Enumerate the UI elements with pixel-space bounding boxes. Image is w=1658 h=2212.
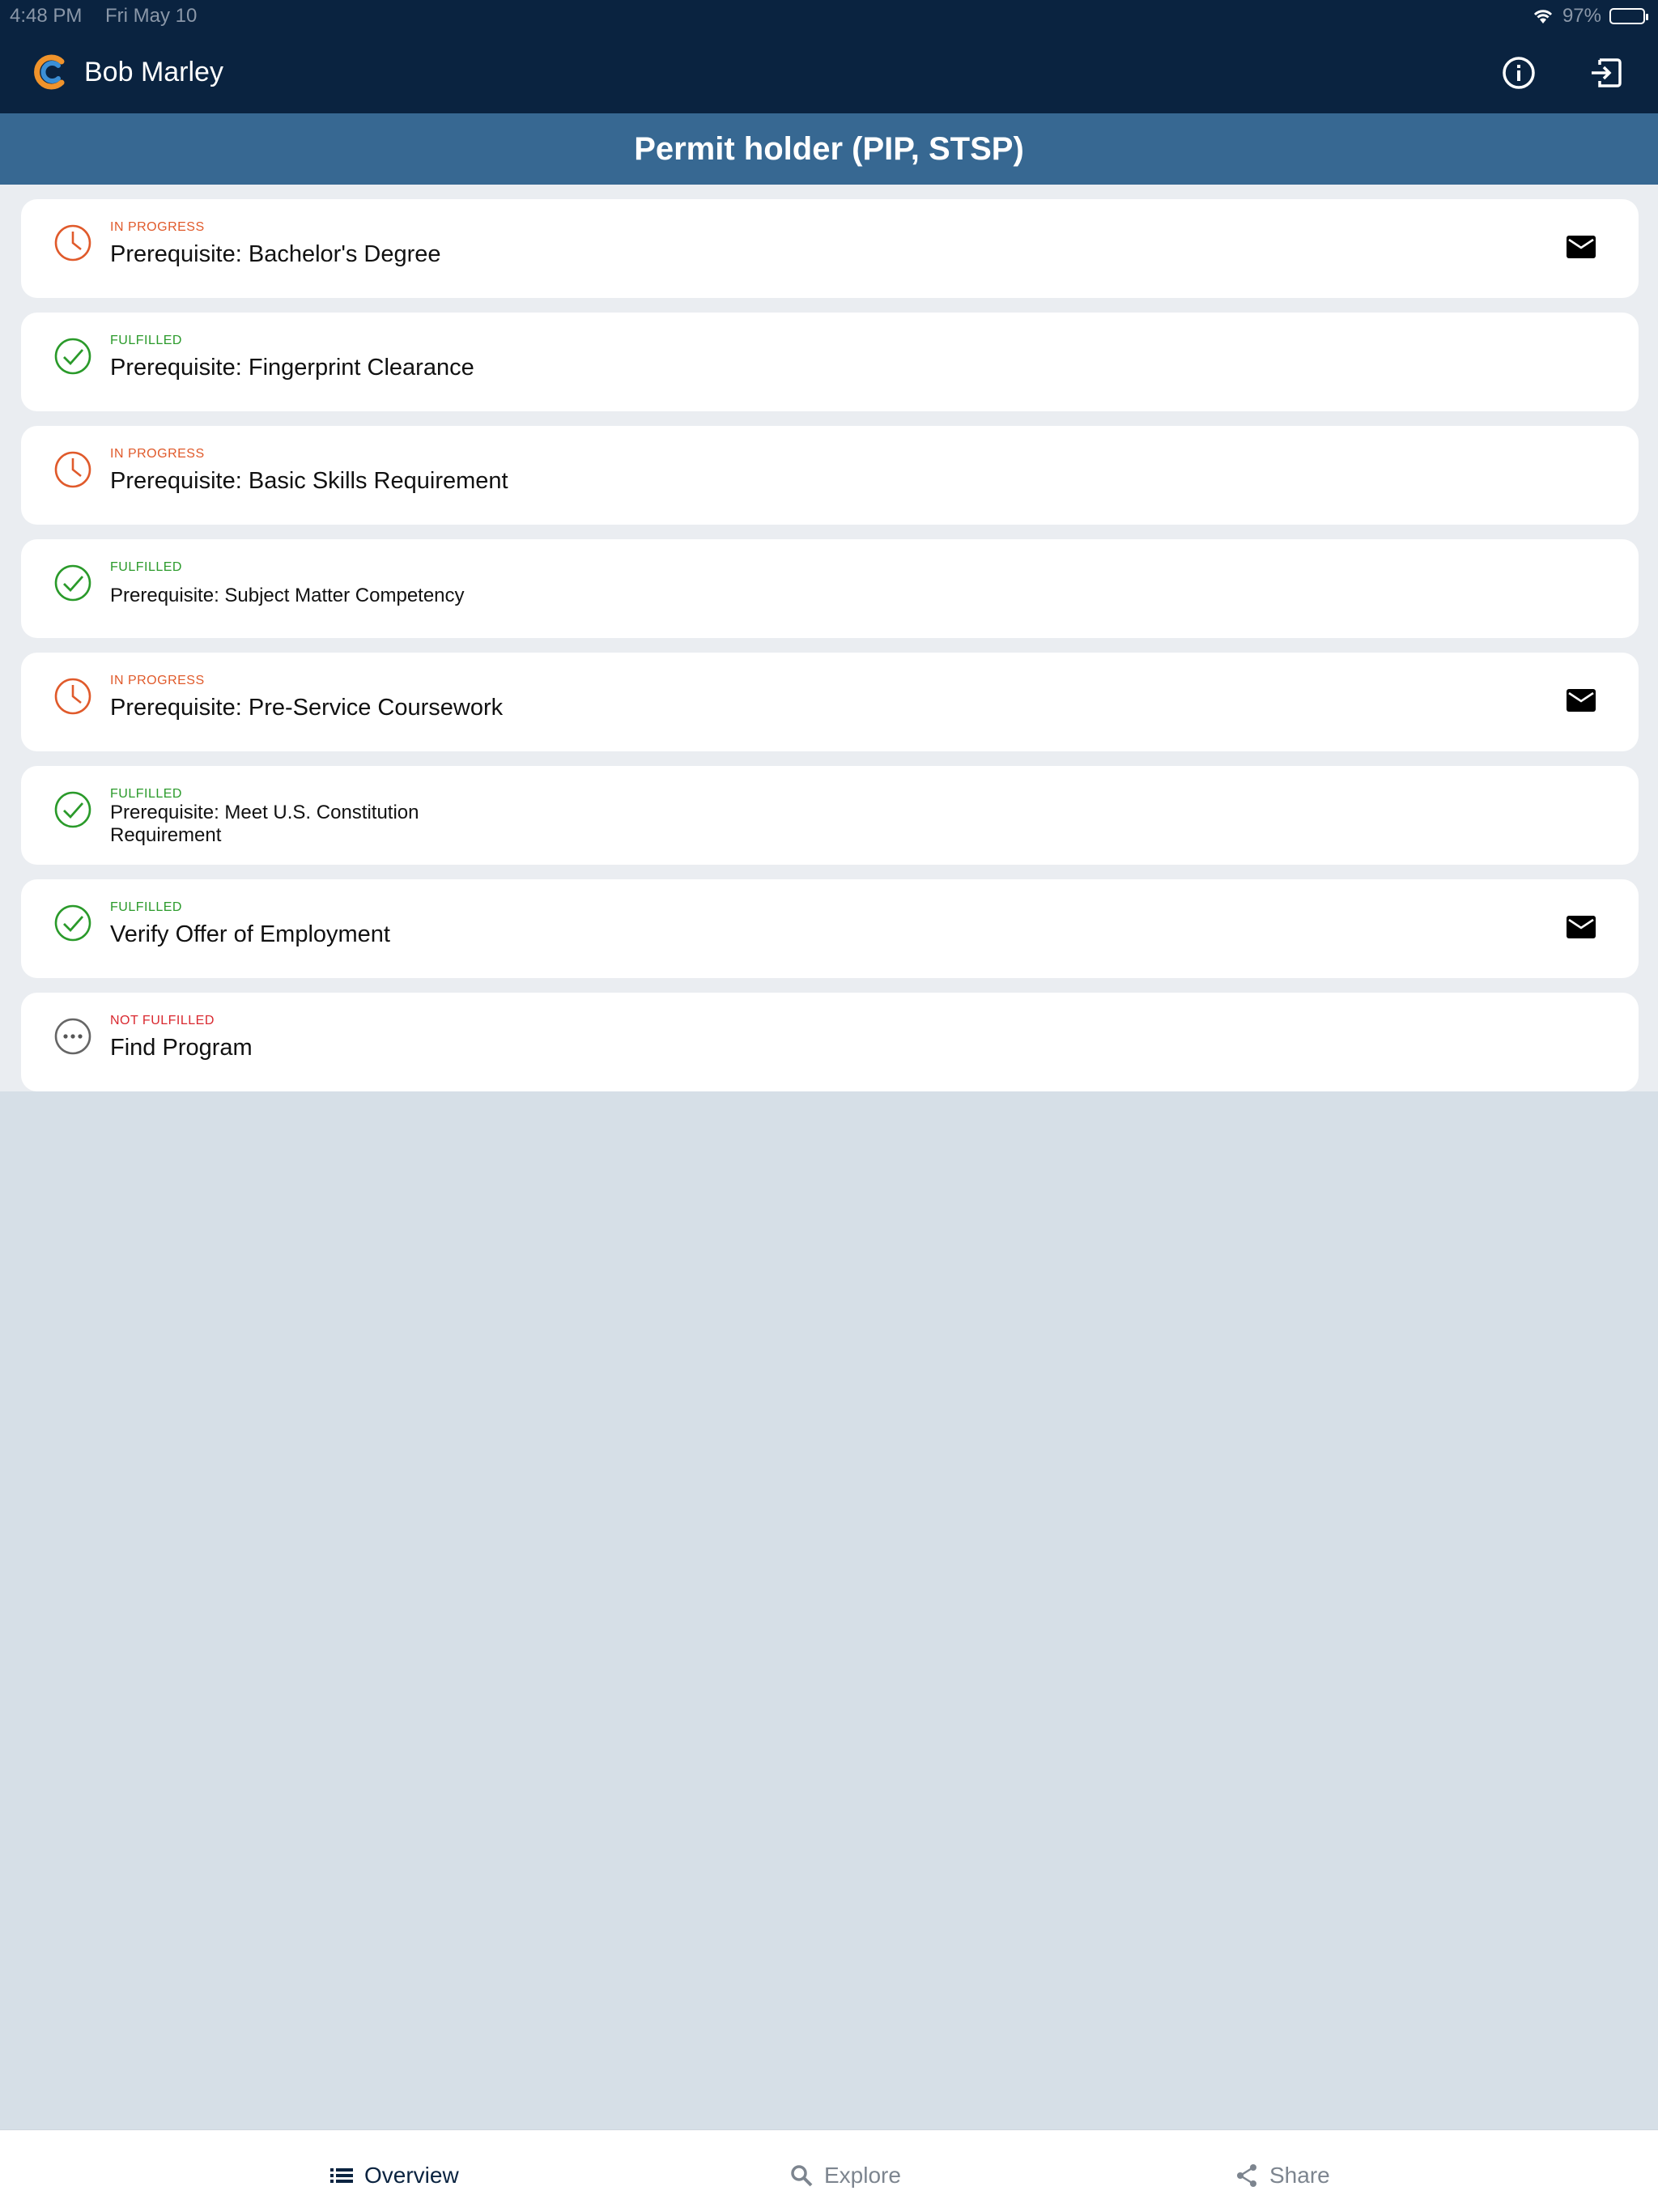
status-label: IN PROGRESS bbox=[110, 220, 205, 234]
status-label: NOT FULFILLED bbox=[110, 1014, 215, 1027]
tab-share-label: Share bbox=[1269, 2163, 1330, 2188]
tab-share[interactable]: Share bbox=[1234, 2159, 1330, 2192]
requirement-card[interactable]: IN PROGRESS Prerequisite: Basic Skills Re… bbox=[21, 426, 1639, 525]
requirement-card[interactable]: IN PROGRESS Prerequisite: Bachelor's Degr… bbox=[21, 199, 1639, 298]
logout-button-icon[interactable] bbox=[1587, 53, 1626, 92]
more-circle-icon bbox=[54, 1018, 91, 1055]
list-icon bbox=[330, 2168, 353, 2183]
requirement-card[interactable]: FULFILLED Verify Offer of Employment bbox=[21, 879, 1639, 978]
wifi-icon bbox=[1533, 10, 1553, 23]
check-circle-icon bbox=[54, 791, 91, 828]
app-bar: Bob Marley bbox=[0, 32, 1658, 113]
user-name: Bob Marley bbox=[84, 57, 223, 87]
requirement-card[interactable]: NOT FULFILLED Find Program bbox=[21, 993, 1639, 1091]
mail-icon[interactable] bbox=[1566, 688, 1596, 713]
requirement-title: Verify Offer of Employment bbox=[110, 921, 390, 947]
check-circle-icon bbox=[54, 564, 91, 602]
status-date: Fri May 10 bbox=[105, 5, 198, 27]
status-right: 97% bbox=[1532, 5, 1648, 28]
info-button-icon[interactable] bbox=[1499, 53, 1538, 92]
battery-icon bbox=[1609, 8, 1648, 24]
tab-bar: Overview Explore Share bbox=[0, 2129, 1658, 2212]
status-label: FULFILLED bbox=[110, 787, 182, 801]
clock-icon bbox=[54, 451, 91, 488]
clock-icon bbox=[54, 224, 91, 262]
status-label: FULFILLED bbox=[110, 900, 182, 914]
requirement-title: Find Program bbox=[110, 1035, 253, 1061]
page-title: Permit holder (PIP, STSP) bbox=[634, 131, 1024, 167]
mail-icon[interactable] bbox=[1566, 915, 1596, 939]
requirement-title: Prerequisite: Basic Skills Requirement bbox=[110, 468, 508, 494]
status-label: IN PROGRESS bbox=[110, 674, 205, 687]
requirement-title: Prerequisite: Meet U.S. Constitution Req… bbox=[110, 802, 419, 846]
check-circle-icon bbox=[54, 904, 91, 942]
requirement-title: Prerequisite: Pre-Service Coursework bbox=[110, 695, 504, 721]
status-label: IN PROGRESS bbox=[110, 447, 205, 461]
requirement-title: Prerequisite: Subject Matter Competency bbox=[110, 585, 465, 606]
share-icon bbox=[1237, 2164, 1256, 2187]
clock-icon bbox=[54, 678, 91, 715]
check-circle-icon bbox=[54, 338, 91, 375]
requirement-title: Prerequisite: Bachelor's Degree bbox=[110, 241, 441, 267]
app-logo-icon bbox=[34, 54, 65, 90]
page-title-banner: Permit holder (PIP, STSP) bbox=[0, 113, 1658, 185]
status-bar: 4:48 PM Fri May 10 97% bbox=[0, 0, 1658, 32]
tab-explore-label: Explore bbox=[824, 2163, 901, 2188]
requirement-list: IN PROGRESS Prerequisite: Bachelor's Degr… bbox=[21, 199, 1639, 1106]
requirement-card[interactable]: IN PROGRESS Prerequisite: Pre-Service Cou… bbox=[21, 653, 1639, 751]
tab-explore[interactable]: Explore bbox=[789, 2159, 901, 2192]
status-label: FULFILLED bbox=[110, 334, 182, 347]
battery-percent: 97% bbox=[1562, 5, 1601, 27]
mail-icon[interactable] bbox=[1566, 235, 1596, 259]
search-icon bbox=[791, 2165, 813, 2187]
requirement-card[interactable]: FULFILLED Prerequisite: Subject Matter Co… bbox=[21, 539, 1639, 638]
requirement-title: Prerequisite: Fingerprint Clearance bbox=[110, 355, 474, 381]
requirement-card[interactable]: FULFILLED Prerequisite: Meet U.S. Constit… bbox=[21, 766, 1639, 865]
tab-overview-label: Overview bbox=[364, 2163, 459, 2188]
status-time: 4:48 PM bbox=[10, 5, 83, 27]
requirement-card[interactable]: FULFILLED Prerequisite: Fingerprint Clear… bbox=[21, 313, 1639, 411]
tab-overview[interactable]: Overview bbox=[329, 2159, 459, 2192]
status-label: FULFILLED bbox=[110, 560, 182, 574]
